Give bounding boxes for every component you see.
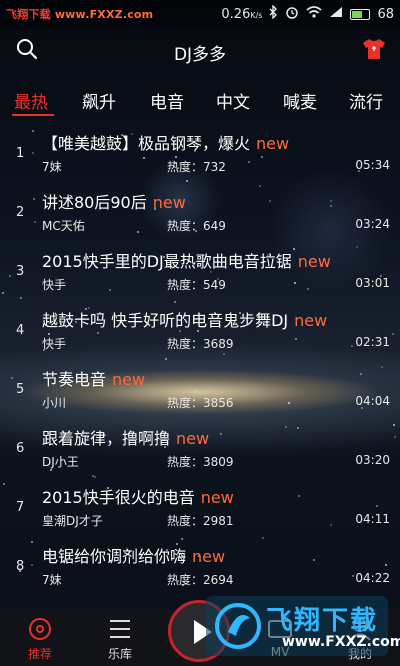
nav-recommend[interactable]: 推荐 xyxy=(0,609,80,666)
song-heat: 热度：3856 xyxy=(167,396,234,410)
new-badge: new xyxy=(192,547,226,566)
song-artist: 快手 xyxy=(42,337,67,351)
nav-recommend-label: 推荐 xyxy=(27,647,52,661)
disc-icon xyxy=(29,618,51,640)
song-artist: MC天佑 xyxy=(42,219,85,233)
song-row[interactable]: 1 【唯美越鼓】极品钢琴，爆火 new 7妹 热度：732 05:34 xyxy=(0,120,400,179)
new-badge: new xyxy=(200,488,234,507)
song-rank: 7 xyxy=(16,500,25,515)
song-row[interactable]: 3 2015快手里的DJ最热歌曲电音拉锯 new 快手 热度：549 03:01 xyxy=(0,238,400,297)
song-row[interactable]: 8 电锯给你调剂给你嗨 new 7妹 热度：2694 04:22 xyxy=(0,533,400,592)
tab-pop[interactable]: 流行 xyxy=(349,88,383,113)
song-row[interactable]: 6 跟着旋律，撸啊撸 new DJ小王 热度：3809 03:20 xyxy=(0,415,400,474)
status-indicators: 0.26K/s 68 xyxy=(221,4,394,23)
song-duration: 03:24 xyxy=(355,217,390,231)
song-row[interactable]: 5 节奏电音 new 小川 热度：3856 04:04 xyxy=(0,356,400,415)
song-title: 2015快手很火的电音 new xyxy=(42,488,234,507)
app-title: DJ多多 xyxy=(173,45,227,65)
battery-level: 68 xyxy=(377,6,394,22)
watermark-url: www.FXXZ.com xyxy=(282,634,400,650)
watermark-title: 飞翔下载 xyxy=(266,606,379,636)
song-rank: 4 xyxy=(16,323,25,338)
song-rank: 1 xyxy=(16,146,25,161)
song-duration: 03:20 xyxy=(355,453,390,467)
new-badge: new xyxy=(256,134,290,153)
tab-rising[interactable]: 飙升 xyxy=(82,88,116,113)
song-duration: 02:31 xyxy=(355,335,390,349)
list-icon xyxy=(110,620,130,638)
song-rank: 3 xyxy=(16,264,25,279)
watermark: 飞翔下载 www.FXXZ.com xyxy=(206,596,400,656)
watermark-logo xyxy=(215,603,261,649)
status-brand-url: www.FXXZ.com xyxy=(54,8,154,21)
song-title: 2015快手里的DJ最热歌曲电音拉锯 new xyxy=(42,252,331,271)
nav-library[interactable]: 乐库 xyxy=(80,609,160,666)
tab-chinese[interactable]: 中文 xyxy=(216,88,250,113)
new-badge: new xyxy=(152,193,186,212)
new-badge: new xyxy=(176,429,210,448)
song-artist: 小川 xyxy=(42,396,67,410)
song-row[interactable]: 7 2015快手很火的电音 new 皇潮DJ才子 热度：2981 04:11 xyxy=(0,474,400,533)
song-heat: 热度：3689 xyxy=(167,337,234,351)
battery-icon xyxy=(350,8,371,20)
alarm-icon xyxy=(285,5,299,23)
song-heat: 热度：2694 xyxy=(167,573,234,587)
network-speed: 0.26K/s xyxy=(221,6,263,22)
tab-shout-mic[interactable]: 喊麦 xyxy=(283,88,317,113)
new-badge: new xyxy=(297,252,331,271)
app-header: DJ多多 xyxy=(0,28,400,72)
signal-icon xyxy=(329,6,343,22)
bluetooth-icon xyxy=(269,4,278,23)
new-badge: new xyxy=(112,370,146,389)
song-artist: 7妹 xyxy=(42,573,62,587)
song-artist: 快手 xyxy=(42,278,67,292)
song-heat: 热度：3809 xyxy=(167,455,234,469)
battery-fill xyxy=(352,10,363,18)
song-rank: 8 xyxy=(16,559,25,574)
song-artist: DJ小王 xyxy=(42,455,79,469)
song-duration: 03:01 xyxy=(355,276,390,290)
wifi-icon xyxy=(306,6,322,22)
song-title: 越鼓卡吗 快手好听的电音鬼步舞DJ new xyxy=(42,311,328,330)
song-artist: 皇潮DJ才子 xyxy=(42,514,103,528)
song-heat: 热度：2981 xyxy=(167,514,234,528)
song-title: 电锯给你调剂给你嗨 new xyxy=(42,547,226,566)
status-brand: 飞翔下载 www.FXXZ.com xyxy=(6,6,153,22)
song-title: 【唯美越鼓】极品钢琴，爆火 new xyxy=(42,134,290,153)
song-row[interactable]: 4 越鼓卡吗 快手好听的电音鬼步舞DJ new 快手 热度：3689 02:31 xyxy=(0,297,400,356)
song-title: 跟着旋律，撸啊撸 new xyxy=(42,429,210,448)
song-title: 节奏电音 new xyxy=(42,370,146,389)
network-speed-unit: K/s xyxy=(250,10,263,20)
song-heat: 热度：732 xyxy=(167,160,226,174)
tab-hottest[interactable]: 最热 xyxy=(14,88,48,113)
song-title: 讲述80后90后 new xyxy=(42,193,186,212)
tshirt-icon[interactable] xyxy=(362,38,386,60)
song-heat: 热度：649 xyxy=(167,219,226,233)
song-row[interactable]: 2 讲述80后90后 new MC天佑 热度：649 03:24 xyxy=(0,179,400,238)
song-duration: 05:34 xyxy=(355,158,390,172)
song-heat: 热度：549 xyxy=(167,278,226,292)
new-badge: new xyxy=(294,311,328,330)
song-duration: 04:11 xyxy=(355,512,390,526)
song-duration: 04:22 xyxy=(355,571,390,585)
status-bar: 飞翔下载 www.FXXZ.com 0.26K/s 68 xyxy=(0,0,400,28)
song-rank: 5 xyxy=(16,382,25,397)
status-brand-name: 飞翔下载 xyxy=(6,8,51,21)
song-duration: 04:04 xyxy=(355,394,390,408)
nav-library-label: 乐库 xyxy=(107,647,132,661)
song-rank: 6 xyxy=(16,441,25,456)
tab-electronic[interactable]: 电音 xyxy=(150,88,184,113)
song-artist: 7妹 xyxy=(42,160,62,174)
active-tab-indicator xyxy=(12,114,54,116)
song-rank: 2 xyxy=(16,205,25,220)
category-tabs: 最热 飙升 电音 中文 喊麦 流行 xyxy=(0,82,400,118)
